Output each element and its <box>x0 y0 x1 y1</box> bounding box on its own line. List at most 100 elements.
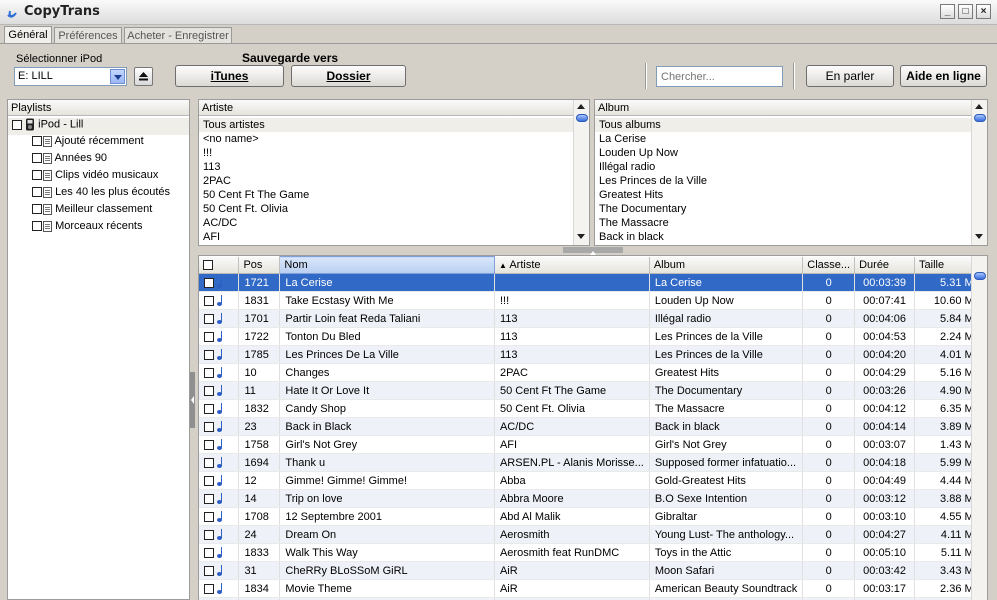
row-select-cell[interactable] <box>199 453 240 472</box>
checkbox[interactable] <box>32 136 42 147</box>
album-item[interactable]: Tous albums <box>595 118 971 132</box>
row-select-cell[interactable] <box>199 435 240 454</box>
help-button[interactable]: Aide en ligne <box>900 65 987 87</box>
table-row[interactable]: 24 Dream On Aerosmith Young Lust- The antho… <box>199 525 987 544</box>
artist-item[interactable]: !!! <box>203 146 212 160</box>
panel-splitter[interactable] <box>190 372 195 428</box>
table-row[interactable]: 1834 Movie Theme AiR American Beauty Soundt… <box>199 579 987 598</box>
ipod-select[interactable]: E: LILL <box>14 67 127 86</box>
checkbox[interactable] <box>32 170 42 181</box>
album-scrollbar[interactable] <box>971 100 987 245</box>
checkbox[interactable] <box>204 457 214 468</box>
table-row[interactable]: 1833 Walk This Way Aerosmith feat RunDMC To… <box>199 543 987 562</box>
checkbox[interactable] <box>204 367 214 378</box>
checkbox[interactable] <box>204 385 214 396</box>
checkbox[interactable] <box>204 529 214 540</box>
scroll-down-icon[interactable] <box>975 234 983 239</box>
row-select-cell[interactable] <box>199 273 240 292</box>
table-row[interactable]: 1831 Take Ecstasy With Me!!! Louden Up Now… <box>199 291 987 310</box>
table-row[interactable]: 11 Hate It Or Love It 50 Cent Ft The Game T… <box>199 381 987 400</box>
album-item[interactable]: The Massacre <box>599 216 669 230</box>
album-item[interactable]: Back in black <box>599 230 664 244</box>
scroll-up-icon[interactable] <box>577 104 585 109</box>
table-row[interactable]: 31 CheRRy BLoSSoM GiRL AiR Moon Safari 0 00:0… <box>199 561 987 580</box>
column-header-rating[interactable]: Classe... <box>802 256 856 274</box>
checkbox[interactable] <box>204 565 214 576</box>
chevron-down-icon[interactable] <box>110 69 125 84</box>
row-select-cell[interactable] <box>199 561 240 580</box>
column-header-pos[interactable]: Pos <box>238 256 281 274</box>
artist-scrollbar[interactable] <box>573 100 589 245</box>
artist-item[interactable]: 50 Cent Ft The Game <box>203 188 309 202</box>
checkbox[interactable] <box>204 277 214 288</box>
table-row[interactable]: 1722 Tonton Du Bled 113 Les Princes de la V… <box>199 327 987 346</box>
folder-button[interactable]: Dossier <box>291 65 406 87</box>
artist-item[interactable]: AC/DC <box>203 216 237 230</box>
row-select-cell[interactable] <box>199 309 240 328</box>
row-select-cell[interactable] <box>199 543 240 562</box>
checkbox[interactable] <box>204 493 214 504</box>
table-row[interactable]: 1694 Thank u ARSEN.PL - Alanis Morisse... S… <box>199 453 987 472</box>
column-header-album[interactable]: Album <box>649 256 804 274</box>
checkbox[interactable] <box>32 153 42 164</box>
itunes-button[interactable]: iTunes <box>175 65 284 87</box>
scroll-up-icon[interactable] <box>975 104 983 109</box>
table-row[interactable]: 1785 Les Princes De La Ville 113 Les Prince… <box>199 345 987 364</box>
playlist-item[interactable]: Les 40 les plus écoutés <box>32 186 170 203</box>
minimize-icon[interactable]: _ <box>940 4 955 19</box>
row-select-cell[interactable] <box>199 579 240 598</box>
scroll-thumb[interactable] <box>576 114 588 122</box>
column-header-duration[interactable]: Durée <box>854 256 916 274</box>
playlist-item[interactable]: Meilleur classement <box>32 203 152 220</box>
talk-button[interactable]: En parler <box>806 65 894 87</box>
row-select-cell[interactable] <box>199 471 240 490</box>
album-item[interactable]: Les Princes de la Ville <box>599 174 707 188</box>
search-input[interactable] <box>656 66 783 87</box>
checkbox[interactable] <box>204 475 214 486</box>
artist-item[interactable]: 50 Cent Ft. Olivia <box>203 202 288 216</box>
row-select-cell[interactable] <box>199 291 240 310</box>
row-select-cell[interactable] <box>199 507 240 526</box>
table-row[interactable]: 1708 12 Septembre 2001 Abd Al Malik Gibralt… <box>199 507 987 526</box>
table-row[interactable]: 1758 Girl's Not Grey AFI Girl's Not Grey 0 00… <box>199 435 987 454</box>
checkbox[interactable] <box>204 511 214 522</box>
playlist-item[interactable]: Années 90 <box>32 152 107 169</box>
table-row[interactable]: 14 Trip on love Abbra Moore B.O Sexe Intent… <box>199 489 987 508</box>
checkbox[interactable] <box>204 313 214 324</box>
row-select-cell[interactable] <box>199 345 240 364</box>
scroll-down-icon[interactable] <box>577 234 585 239</box>
album-item[interactable]: La Cerise <box>599 132 646 146</box>
album-item[interactable]: Illégal radio <box>599 160 655 174</box>
checkbox[interactable] <box>204 295 214 306</box>
artist-item[interactable]: <no name> <box>203 132 259 146</box>
playlist-item[interactable]: Clips vidéo musicaux <box>32 169 158 186</box>
row-select-cell[interactable] <box>199 489 240 508</box>
artist-item[interactable]: AFI <box>203 230 220 244</box>
checkbox[interactable] <box>32 187 42 198</box>
row-select-cell[interactable] <box>199 363 240 382</box>
eject-button[interactable] <box>134 67 153 86</box>
scroll-thumb[interactable] <box>974 114 986 122</box>
checkbox[interactable] <box>32 221 42 232</box>
checkbox[interactable] <box>32 204 42 215</box>
checkbox[interactable] <box>204 331 214 342</box>
table-row[interactable]: 1721 La Cerise La Cerise 0 00:03:39 5.31 MB <box>199 273 987 292</box>
table-row[interactable]: 10 Changes 2PAC Greatest Hits 0 00:04:29 5.16 … <box>199 363 987 382</box>
checkbox[interactable] <box>204 547 214 558</box>
playlist-root[interactable]: iPod - Lill <box>8 118 189 135</box>
tab-general[interactable]: Général <box>4 26 52 44</box>
table-row[interactable]: 1701 Partir Loin feat Reda Taliani 113 Illé… <box>199 309 987 328</box>
table-row[interactable]: 1832 Candy Shop 50 Cent Ft. Olivia The Mass… <box>199 399 987 418</box>
album-item[interactable]: The Documentary <box>599 202 686 216</box>
album-item[interactable]: Louden Up Now <box>599 146 678 160</box>
table-row[interactable]: 12 Gimme! Gimme! Gimme! Abba Gold-Greatest … <box>199 471 987 490</box>
column-header-name[interactable]: Nom <box>279 256 495 274</box>
artist-item[interactable]: Tous artistes <box>199 118 573 132</box>
playlist-item[interactable]: Morceaux récents <box>32 220 143 237</box>
row-select-cell[interactable] <box>199 399 240 418</box>
artist-item[interactable]: 113 <box>203 160 221 174</box>
list-splitter[interactable] <box>563 247 623 255</box>
column-header-artist[interactable]: ▲ Artiste <box>494 256 650 274</box>
tab-buy-register[interactable]: Acheter - Enregistrer <box>124 27 232 44</box>
close-icon[interactable]: × <box>976 4 991 19</box>
